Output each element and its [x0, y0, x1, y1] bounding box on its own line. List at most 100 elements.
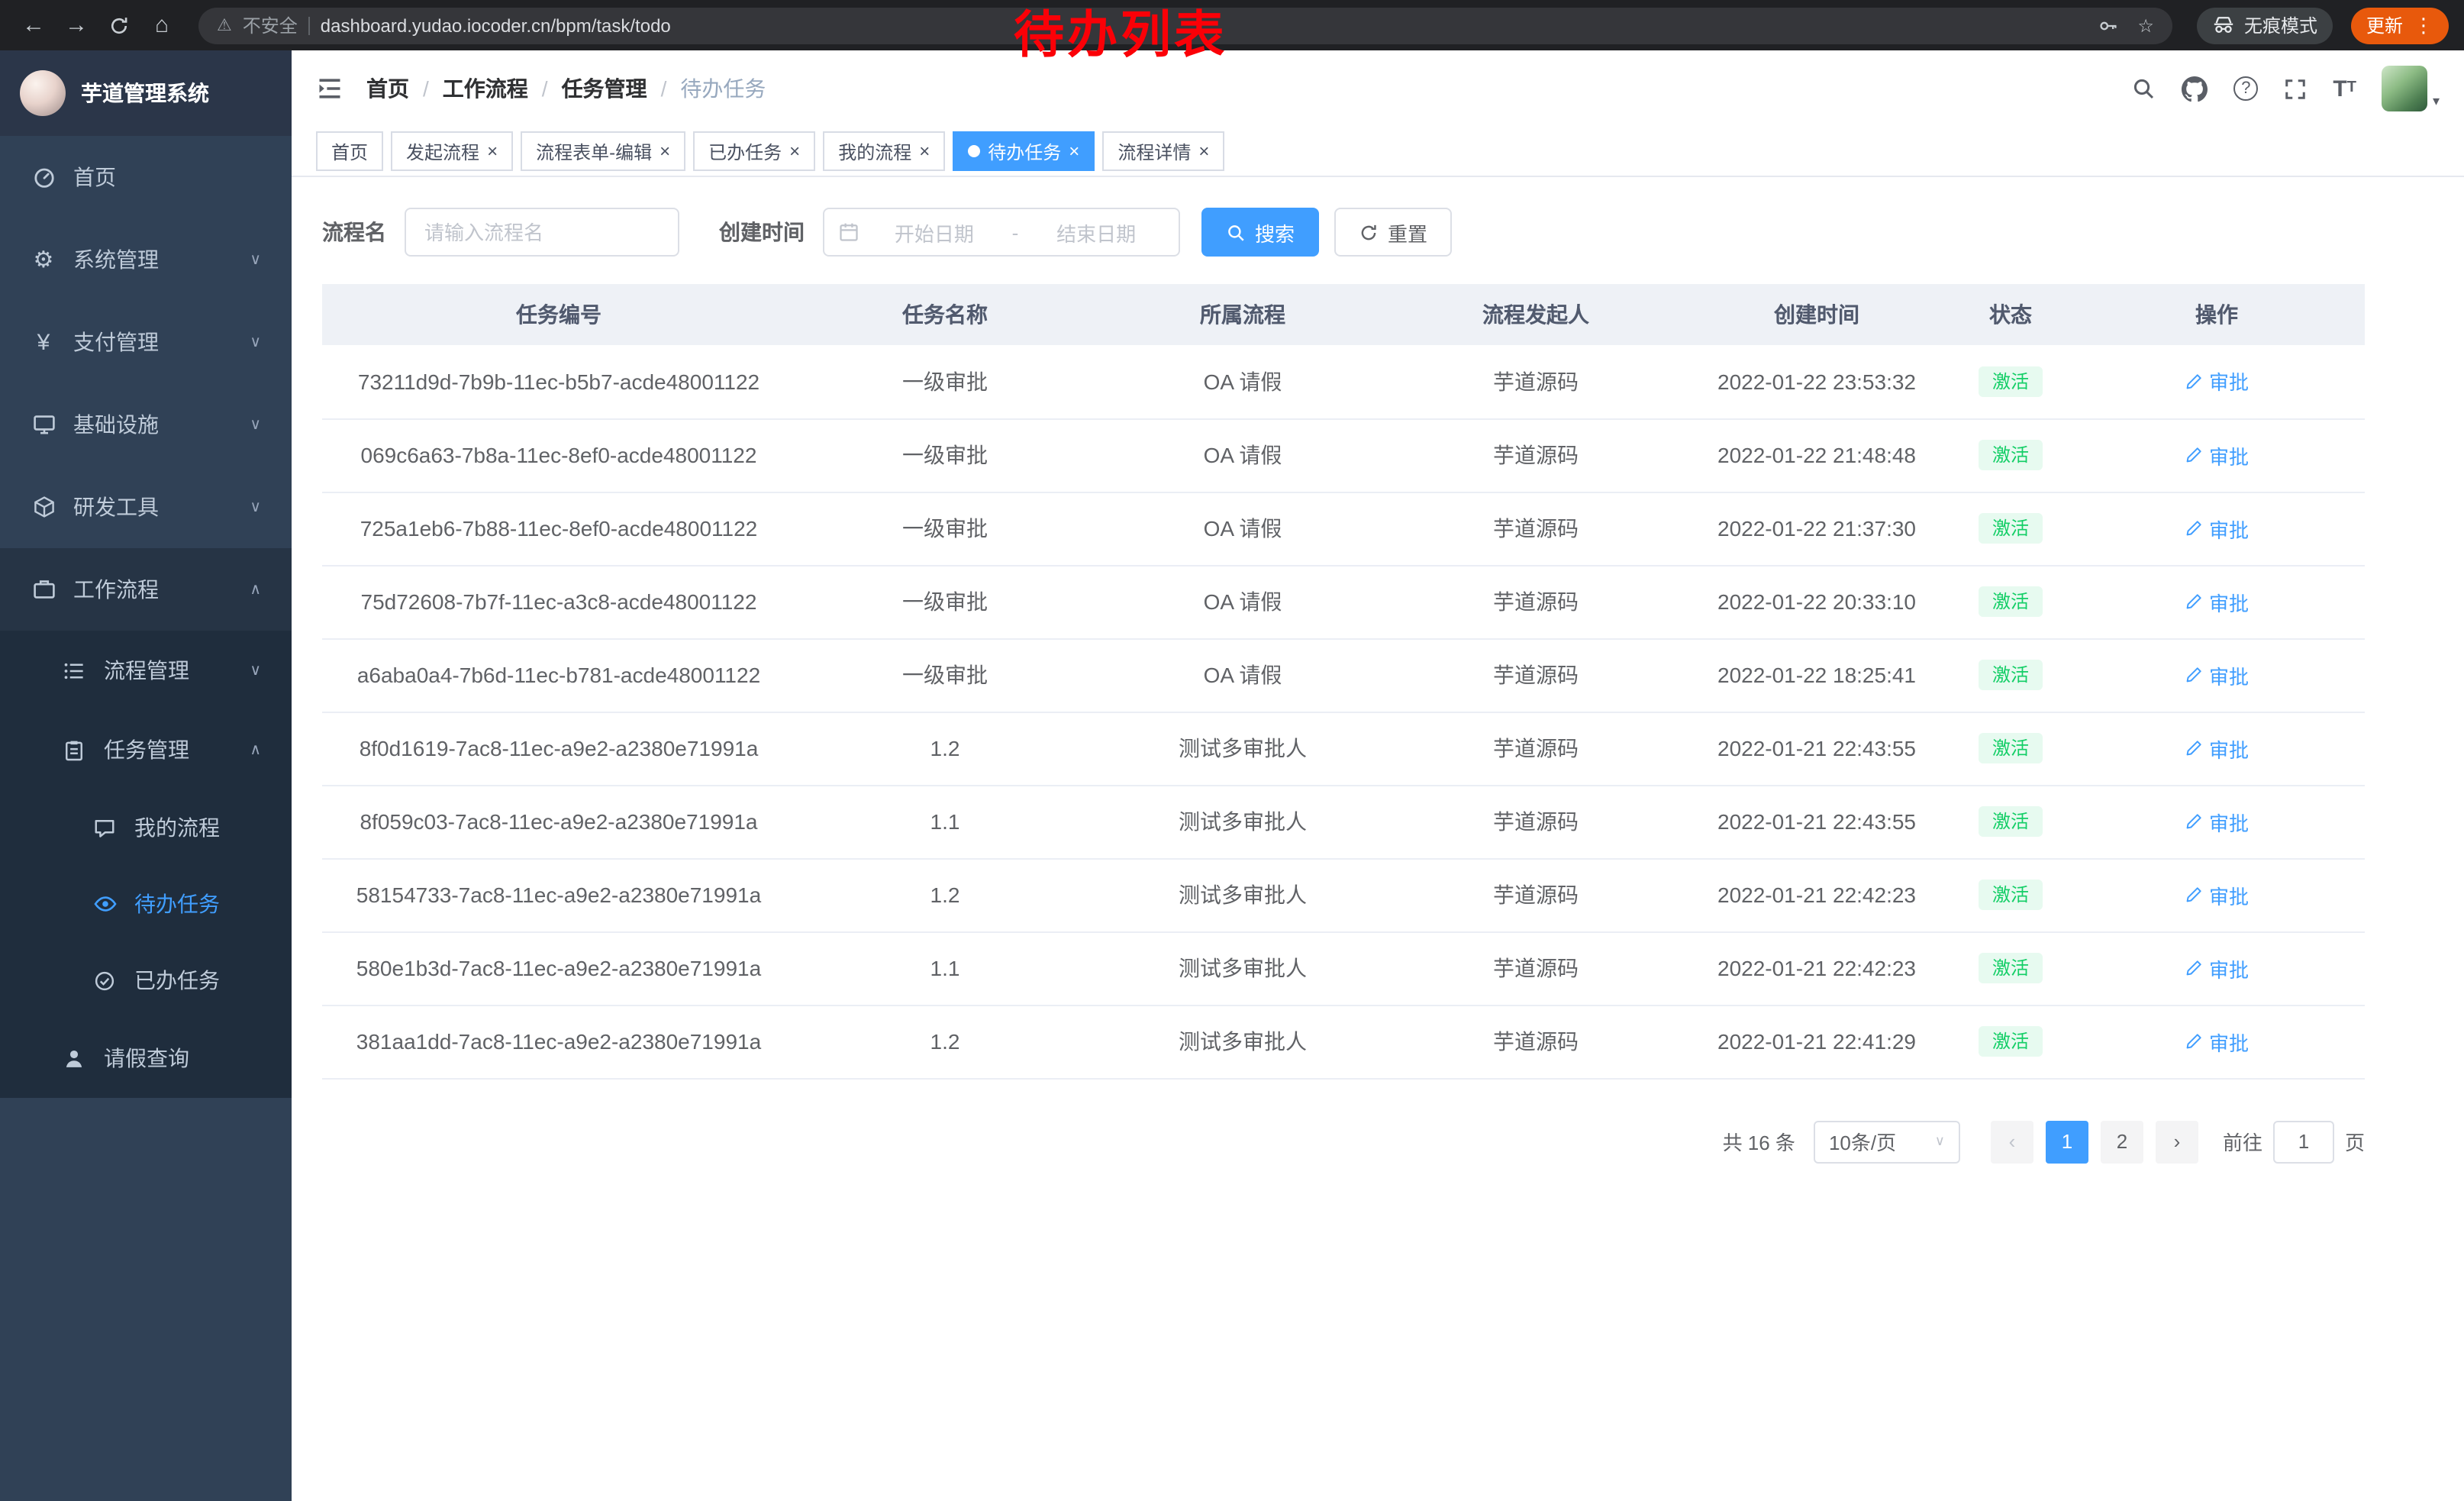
edit-icon — [2185, 592, 2203, 611]
update-button[interactable]: 更新 ⋮ — [2351, 7, 2449, 44]
sidebar-item-payment[interactable]: ¥ 支付管理 ∨ — [0, 301, 292, 383]
fullscreen-icon[interactable] — [2284, 77, 2307, 100]
user-menu[interactable]: ▾ — [2382, 66, 2440, 111]
task-id-cell: 8f059c03-7ac8-11ec-a9e2-a2380e71991a — [322, 785, 795, 858]
reload-button[interactable] — [101, 7, 137, 44]
sidebar-item-system[interactable]: ⚙ 系统管理 ∨ — [0, 218, 292, 301]
process-cell: 测试多审批人 — [1095, 858, 1391, 931]
app-shell: 芋道管理系统 首页 ⚙ 系统管理 ∨ ¥ 支付管理 ∨ — [0, 50, 2464, 1501]
column-actions: 操作 — [2069, 284, 2365, 345]
eye-icon — [92, 891, 118, 917]
approve-link[interactable]: 审批 — [2185, 660, 2249, 689]
filter-bar: 流程名 创建时间 开始日期 - 结束日期 搜索 — [322, 208, 2464, 257]
yen-icon: ¥ — [31, 329, 56, 355]
help-icon[interactable]: ? — [2233, 76, 2258, 101]
approve-link[interactable]: 审批 — [2185, 514, 2249, 543]
tab-my-process[interactable]: 我的流程 × — [823, 131, 945, 171]
approve-link[interactable]: 审批 — [2185, 880, 2249, 909]
task-name-cell: 1.1 — [795, 931, 1095, 1005]
avatar[interactable] — [2382, 66, 2428, 111]
sidebar-item-todo-task[interactable]: 待办任务 — [0, 866, 292, 942]
prev-page-button[interactable]: ‹ — [1991, 1120, 2033, 1163]
status-badge: 激活 — [1979, 366, 2043, 397]
tab-start-process[interactable]: 发起流程 × — [391, 131, 513, 171]
status-badge: 激活 — [1979, 880, 2043, 911]
task-id-cell: 73211d9d-7b9b-11ec-b5b7-acde48001122 — [322, 345, 795, 418]
update-label[interactable]: 更新 — [2366, 12, 2403, 38]
tab-home[interactable]: 首页 — [316, 131, 383, 171]
task-id-cell: 725a1eb6-7b88-11ec-8ef0-acde48001122 — [322, 492, 795, 565]
search-button[interactable]: 搜索 — [1201, 208, 1319, 257]
process-name-input[interactable] — [405, 208, 679, 257]
initiator-cell: 芋道源码 — [1391, 492, 1681, 565]
process-name-label: 流程名 — [322, 217, 386, 247]
close-icon[interactable]: × — [1198, 142, 1209, 160]
sidebar-item-infrastructure[interactable]: 基础设施 ∨ — [0, 383, 292, 466]
sidebar-collapse-button[interactable] — [316, 75, 343, 102]
edit-icon — [2185, 959, 2203, 977]
status-badge: 激活 — [1979, 660, 2043, 691]
page-button-1[interactable]: 1 — [2046, 1120, 2088, 1163]
sidebar-logo[interactable]: 芋道管理系统 — [0, 50, 292, 136]
sidebar-item-devtools[interactable]: 研发工具 ∨ — [0, 466, 292, 548]
sidebar-item-process-management[interactable]: 流程管理 ∨ — [0, 631, 292, 710]
approve-link[interactable]: 审批 — [2185, 367, 2249, 396]
browser-menu-icon[interactable]: ⋮ — [2414, 13, 2433, 37]
reset-button[interactable]: 重置 — [1334, 208, 1452, 257]
reload-icon — [108, 15, 130, 36]
sidebar-item-done-task[interactable]: 已办任务 — [0, 942, 292, 1018]
sidebar-item-my-process[interactable]: 我的流程 — [0, 789, 292, 866]
approve-link[interactable]: 审批 — [2185, 441, 2249, 470]
sidebar-item-home[interactable]: 首页 — [0, 136, 292, 218]
active-tab-dot — [968, 145, 980, 157]
close-icon[interactable]: × — [789, 142, 800, 160]
approve-link[interactable]: 审批 — [2185, 807, 2249, 836]
approve-link[interactable]: 审批 — [2185, 587, 2249, 616]
tab-done-task[interactable]: 已办任务 × — [693, 131, 815, 171]
tab-process-detail[interactable]: 流程详情 × — [1102, 131, 1224, 171]
column-task-id: 任务编号 — [322, 284, 795, 345]
sidebar-item-label: 待办任务 — [134, 889, 220, 919]
browser-toolbar: ← → ⌂ ⚠ 不安全 dashboard.yudao.iocoder.cn/b… — [0, 0, 2464, 50]
next-page-button[interactable]: › — [2156, 1120, 2198, 1163]
table-header-row: 任务编号 任务名称 所属流程 流程发起人 创建时间 状态 操作 — [322, 284, 2365, 345]
search-icon[interactable] — [2131, 76, 2156, 101]
tab-todo-task[interactable]: 待办任务 × — [953, 131, 1095, 171]
breadcrumb-task-management[interactable]: 任务管理 — [562, 73, 647, 104]
home-button[interactable]: ⌂ — [144, 7, 180, 44]
close-icon[interactable]: × — [487, 142, 498, 160]
tab-form-edit[interactable]: 流程表单-编辑 × — [521, 131, 685, 171]
forward-button[interactable]: → — [58, 7, 95, 44]
security-label[interactable]: 不安全 — [243, 12, 298, 38]
sidebar-item-workflow[interactable]: 工作流程 ∧ — [0, 548, 292, 631]
page-size-select[interactable]: 10条/页 ∨ — [1814, 1120, 1960, 1163]
approve-link[interactable]: 审批 — [2185, 954, 2249, 983]
breadcrumb-home[interactable]: 首页 — [366, 73, 409, 104]
back-button[interactable]: ← — [15, 7, 52, 44]
github-icon[interactable] — [2182, 76, 2208, 102]
column-status: 状态 — [1953, 284, 2069, 345]
sidebar-item-task-management[interactable]: 任务管理 ∧ — [0, 710, 292, 789]
close-icon[interactable]: × — [1069, 142, 1079, 160]
sidebar-item-leave-query[interactable]: 请假查询 — [0, 1018, 292, 1098]
end-date-input[interactable]: 结束日期 — [1027, 218, 1165, 247]
initiator-cell: 芋道源码 — [1391, 785, 1681, 858]
sidebar-item-label: 系统管理 — [73, 244, 159, 275]
bookmark-star-icon[interactable]: ☆ — [2137, 15, 2154, 36]
approve-link[interactable]: 审批 — [2185, 734, 2249, 763]
start-date-input[interactable]: 开始日期 — [866, 218, 1003, 247]
goto-page-input[interactable] — [2273, 1120, 2334, 1163]
close-icon[interactable]: × — [660, 142, 670, 160]
close-icon[interactable]: × — [919, 142, 930, 160]
breadcrumb-workflow[interactable]: 工作流程 — [443, 73, 528, 104]
font-size-icon[interactable]: TT — [2333, 77, 2356, 100]
approve-link[interactable]: 审批 — [2185, 1027, 2249, 1056]
initiator-cell: 芋道源码 — [1391, 638, 1681, 712]
omnibox-divider — [308, 16, 310, 34]
key-icon[interactable] — [2098, 15, 2119, 36]
url-text[interactable]: dashboard.yudao.iocoder.cn/bpm/task/todo — [321, 15, 671, 36]
edit-icon — [2185, 446, 2203, 464]
table-row: a6aba0a4-7b6d-11ec-b781-acde48001122 一级审… — [322, 638, 2365, 712]
page-button-2[interactable]: 2 — [2101, 1120, 2143, 1163]
date-range-picker[interactable]: 开始日期 - 结束日期 — [823, 208, 1180, 257]
